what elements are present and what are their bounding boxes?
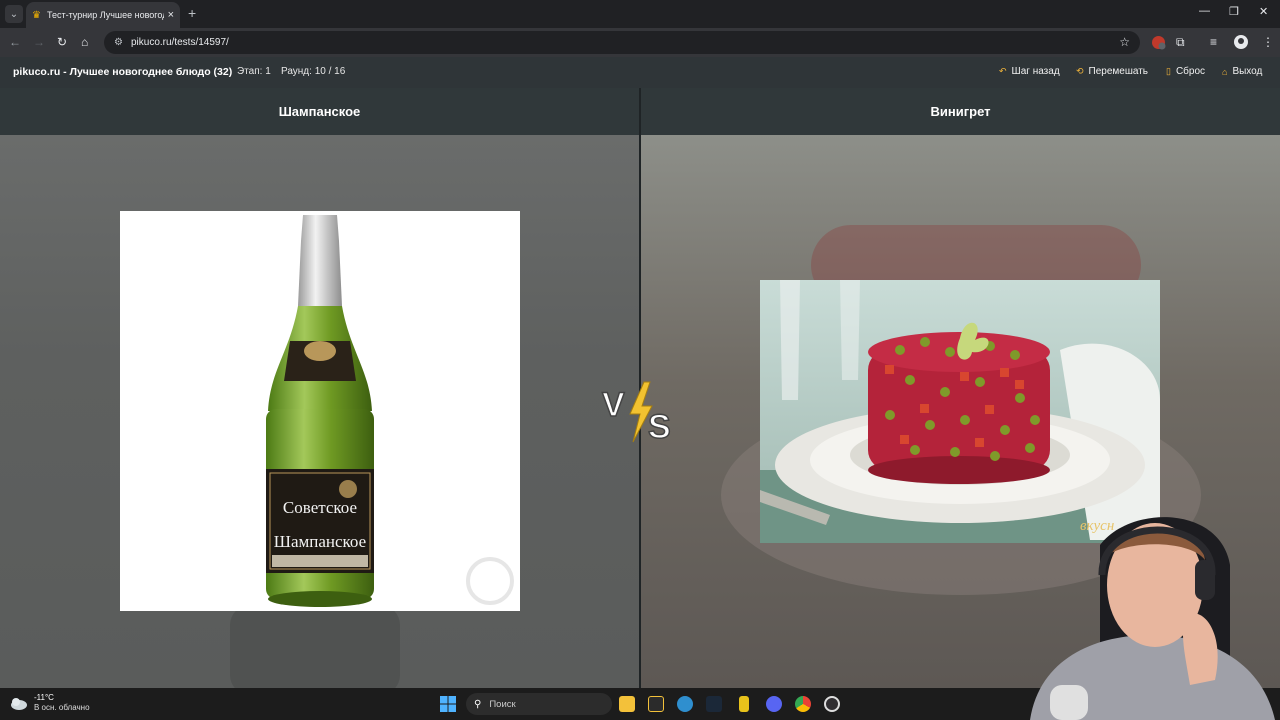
back-icon[interactable]: ←	[9, 35, 21, 49]
taskbar-search-placeholder: Поиск	[489, 698, 516, 710]
address-bar[interactable]: ⚙ pikuco.ru/tests/14597/ ☆	[104, 31, 1140, 54]
site-info-icon[interactable]: ⚙	[114, 37, 123, 48]
undo-icon: ↶	[999, 66, 1007, 76]
option-left-header[interactable]: Шампанское	[0, 88, 639, 135]
shuffle-icon: ⟲	[1076, 66, 1084, 76]
bottle-label-line2: Шампанское	[274, 532, 366, 551]
shuffle-label: Перемешать	[1088, 66, 1149, 77]
tab-title: Тест-турнир Лучшее новогодн	[46, 10, 164, 20]
app-icon[interactable]	[648, 696, 664, 712]
round-indicator: Раунд: 10 / 16	[281, 66, 346, 77]
vs-letter-v: V	[602, 386, 625, 424]
champagne-bottle-image: Советское Шампанское	[266, 215, 514, 607]
search-icon: ⚲	[474, 698, 482, 710]
home-icon: ⌂	[1222, 66, 1228, 77]
exit-label: Выход	[1232, 66, 1263, 77]
reset-label: Сброс	[1175, 66, 1206, 77]
reload-icon[interactable]: ↻	[57, 35, 67, 49]
new-tab-button[interactable]: +	[188, 5, 196, 21]
versus-badge: V S	[600, 380, 680, 450]
taskbar-search[interactable]: ⚲ Поиск	[466, 693, 612, 715]
shuffle-button[interactable]: ⟲ Перемешать	[1076, 66, 1148, 77]
browser-tabbar: ⌄ ♛ Тест-турнир Лучшее новогодн × + — ❐ …	[0, 0, 1280, 28]
step-back-button[interactable]: ↶ Шаг назад	[999, 66, 1060, 77]
url-text: pikuco.ru/tests/14597/	[130, 37, 229, 48]
page-title: pikuco.ru - Лучшее новогоднее блюдо (32)	[13, 66, 233, 78]
bookmark-star-icon[interactable]: ☆	[1119, 35, 1130, 49]
windows-start-icon[interactable]	[440, 696, 456, 712]
browser-tab[interactable]: ♛ Тест-турнир Лучшее новогодн ×	[26, 2, 180, 28]
vinaigrette-salad-image: вкусн	[760, 280, 1160, 543]
maximize-icon[interactable]: ❐	[1229, 5, 1239, 18]
profile-avatar-icon[interactable]	[1234, 35, 1248, 49]
forward-icon[interactable]: →	[33, 35, 45, 49]
tab-search-button[interactable]: ⌄	[5, 5, 23, 23]
extensions-puzzle-icon[interactable]: ⧉	[1176, 35, 1185, 50]
steam-icon[interactable]	[706, 696, 722, 712]
home-button-icon[interactable]: ⌂	[81, 35, 88, 49]
tab-close-icon[interactable]: ×	[168, 9, 174, 21]
step-back-label: Шаг назад	[1011, 66, 1060, 77]
option-left-image[interactable]: Советское Шампанское	[120, 211, 520, 611]
weather-condition: В осн. облачно	[34, 703, 90, 712]
chrome-icon[interactable]	[795, 696, 811, 712]
cloud-icon	[11, 698, 27, 710]
close-window-icon[interactable]: ✕	[1259, 5, 1268, 18]
weather-temperature: -11°C	[34, 693, 54, 702]
media-control-icon[interactable]: ≡	[1210, 35, 1217, 49]
edge-browser-icon[interactable]	[677, 696, 693, 712]
reset-icon: ▯	[1166, 66, 1171, 76]
reset-button[interactable]: ▯ Сброс	[1166, 66, 1205, 77]
browser-menu-icon[interactable]: ⋮	[1262, 35, 1274, 49]
app-icon-2[interactable]	[739, 696, 749, 712]
exit-button[interactable]: ⌂ Выход	[1222, 66, 1262, 77]
minimize-icon[interactable]: —	[1199, 5, 1210, 17]
crown-icon: ♛	[32, 9, 41, 21]
extension-badge-icon[interactable]	[1151, 35, 1166, 50]
option-right-header[interactable]: Винигрет	[641, 88, 1280, 135]
blurred-background	[230, 605, 400, 688]
stage-indicator: Этап: 1	[237, 66, 271, 77]
webcam-overlay	[990, 505, 1280, 720]
file-explorer-icon[interactable]	[619, 696, 635, 712]
obs-icon[interactable]	[824, 696, 840, 712]
bottle-label-line1: Советское	[283, 498, 357, 517]
browser-toolbar: ← → ↻ ⌂ ⚙ pikuco.ru/tests/14597/ ☆ ⧉ ≡ ⋮	[0, 28, 1280, 57]
discord-icon[interactable]	[766, 696, 782, 712]
site-header: pikuco.ru - Лучшее новогоднее блюдо (32)…	[0, 57, 1280, 88]
option-right-image[interactable]: вкусн	[760, 280, 1160, 543]
vs-letter-s: S	[648, 408, 671, 446]
weather-widget[interactable]: -11°C В осн. облачно	[10, 693, 90, 713]
